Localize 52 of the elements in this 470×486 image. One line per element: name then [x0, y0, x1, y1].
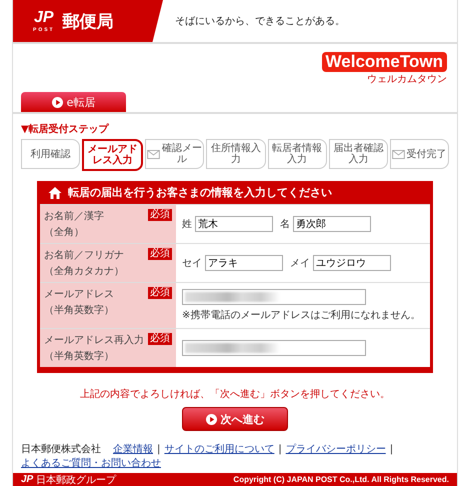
required-badge: 必須 [148, 248, 172, 260]
step-item: 確認メール [145, 139, 204, 169]
footer-link[interactable]: よくあるご質問・お問い合わせ [21, 456, 161, 470]
tab[interactable]: e転居 [21, 92, 126, 112]
step-item: 利用確認 [21, 139, 80, 169]
company-name: 日本郵便株式会社 [21, 442, 101, 456]
input-field[interactable]: アラキ [205, 255, 283, 271]
footer-link[interactable]: サイトのご利用について [164, 442, 274, 456]
play-icon [206, 414, 216, 424]
footer-link[interactable]: 企業情報 [113, 442, 153, 456]
footer-link[interactable]: プライバシーポリシー [286, 442, 386, 456]
required-badge: 必須 [148, 209, 172, 221]
step-item: 転居者情報入力 [268, 139, 327, 169]
steps-heading: ▼転居受付ステップ [21, 122, 110, 136]
field-note: ※携帯電話のメールアドレスはご利用になれません。 [182, 308, 422, 322]
step-item: 受付完了 [390, 139, 449, 169]
step-item: 届出者確認入力 [328, 139, 388, 169]
field-label: お名前／漢字 [44, 210, 104, 223]
input-field[interactable] [182, 289, 366, 305]
field-prefix: セイ [182, 257, 202, 270]
site-title: 郵便局 [62, 10, 114, 32]
field-sublabel: （全角） [44, 226, 85, 239]
required-badge: 必須 [148, 287, 172, 299]
house-icon [48, 186, 62, 200]
step-item: 住所情報入力 [206, 139, 266, 169]
input-field[interactable] [182, 340, 366, 356]
play-icon [52, 96, 63, 108]
field-sublabel: （半角英数字） [44, 350, 115, 363]
separator: | [390, 444, 394, 454]
input-field[interactable]: 荒木 [195, 216, 273, 232]
envelope-icon [392, 150, 406, 158]
field-sublabel: （全角カタカナ） [44, 265, 125, 278]
group-logo: JP 日本郵政グループ [21, 473, 116, 486]
field-prefix: メイ [290, 257, 310, 270]
step-item: メールアドレス入力 [82, 139, 144, 171]
required-badge: 必須 [148, 333, 172, 345]
field-prefix: 姓 [182, 218, 192, 231]
input-field[interactable]: ユウジロウ [313, 255, 391, 271]
copyright: Copyright (C) JAPAN POST Co.,Ltd. All Rights Reserved. [233, 475, 449, 484]
next-button[interactable]: 次へ進む [182, 407, 288, 431]
separator: | [278, 444, 282, 454]
instruction-text: 上記の内容でよろしければ、「次へ進む」ボタンを押してください。 [79, 388, 391, 401]
form-title: 転居の届出を行うお客さまの情報を入力してください [68, 185, 332, 200]
field-label: お名前／フリガナ [44, 249, 124, 262]
input-field[interactable]: 勇次郎 [293, 216, 371, 232]
field-sublabel: （半角英数字） [44, 304, 115, 317]
separator: | [157, 444, 160, 454]
tagline: そばにいるから、できることがある。 [174, 15, 345, 28]
field-label: メールアドレス [44, 288, 114, 301]
envelope-icon [147, 150, 160, 158]
field-label: メールアドレス再入力 [44, 334, 144, 347]
field-prefix: 名 [280, 218, 290, 231]
